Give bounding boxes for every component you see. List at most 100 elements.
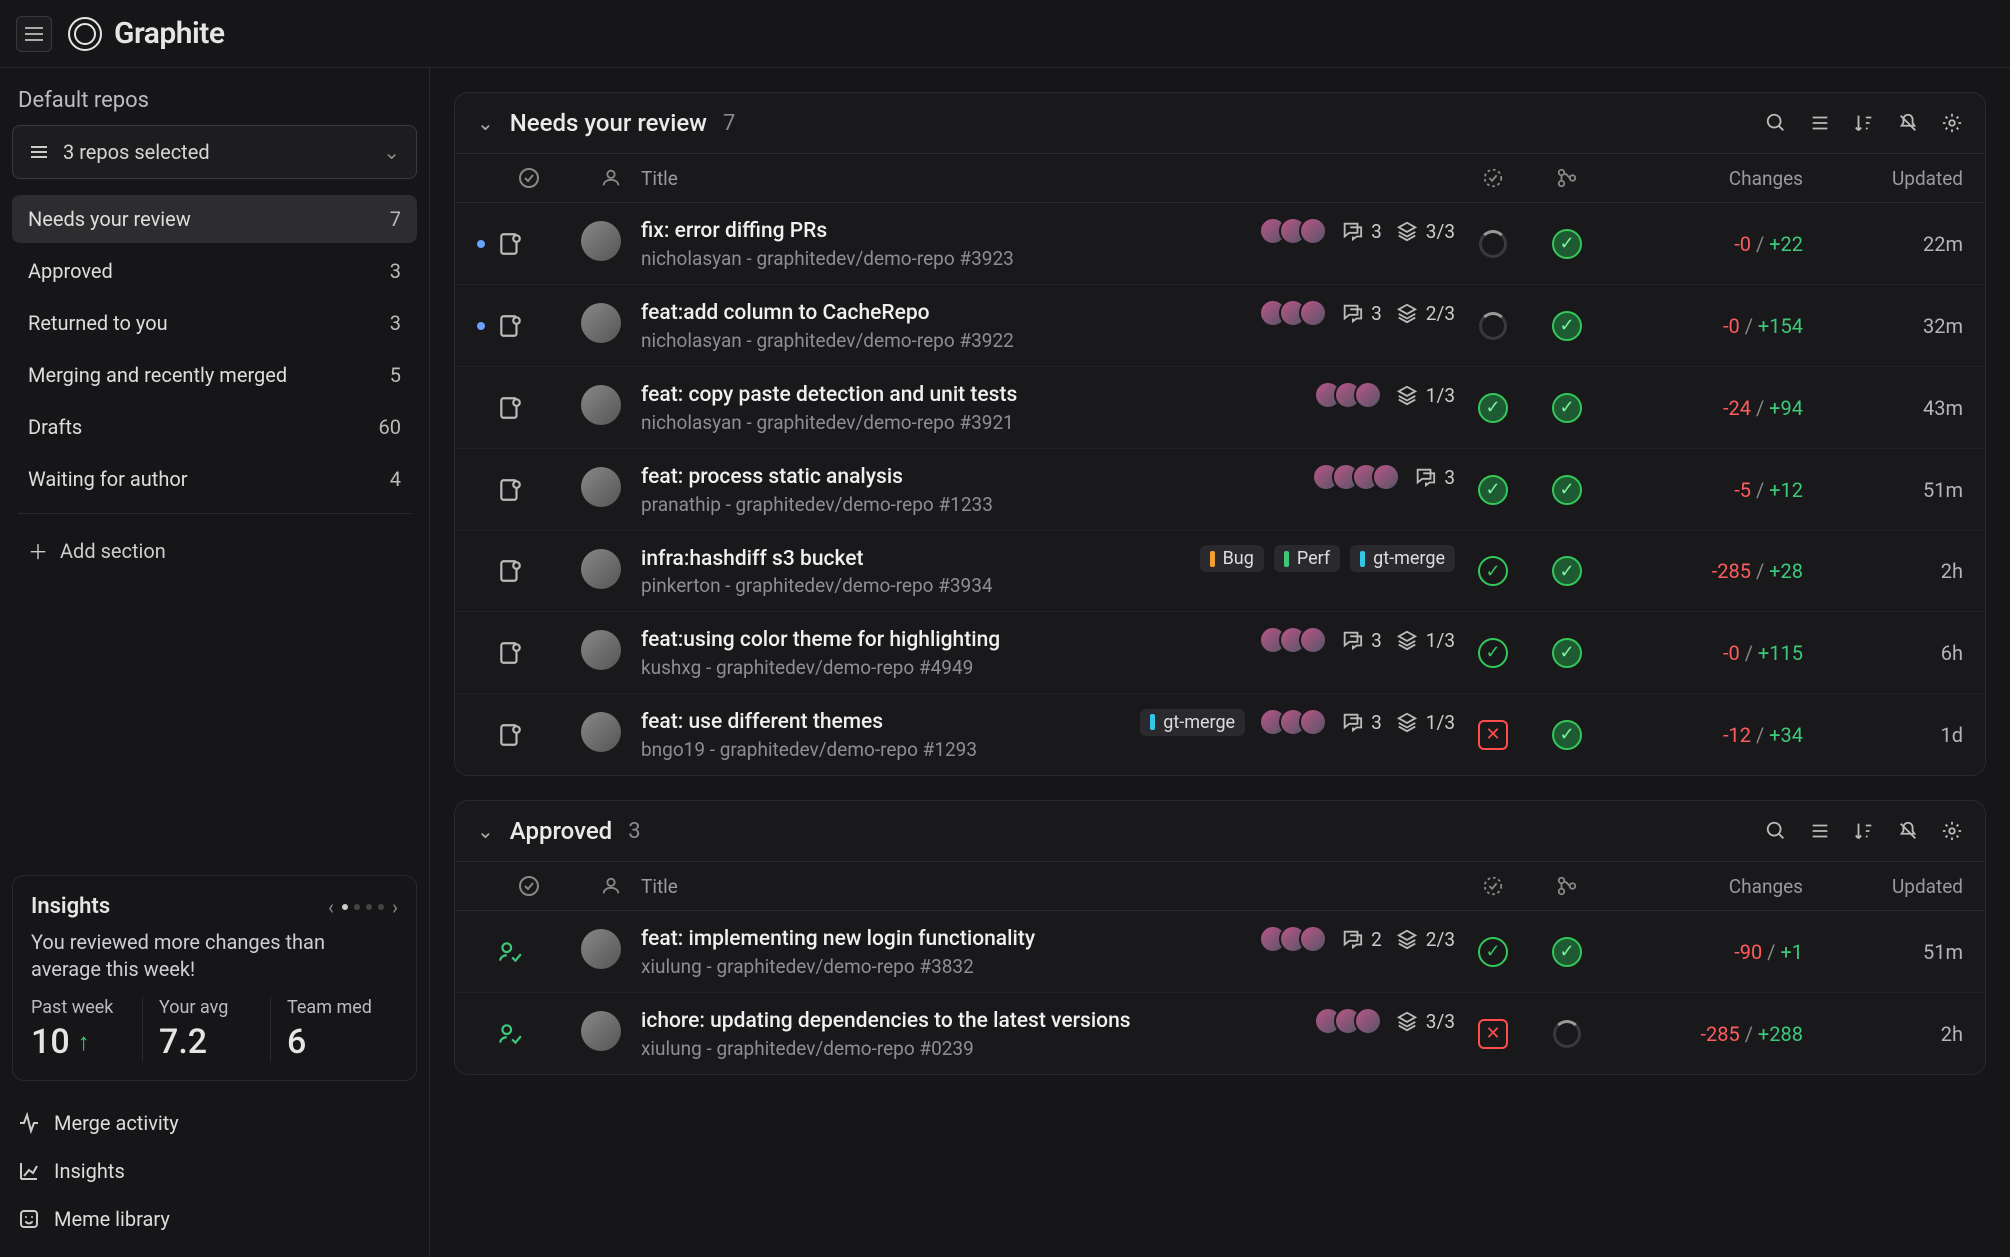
insights-next[interactable]: › bbox=[392, 895, 398, 919]
pr-meta: xiulung - graphitedev/demo-repo #0239 bbox=[641, 1037, 1455, 1060]
table-row[interactable]: ichore: updating dependencies to the lat… bbox=[455, 993, 1985, 1074]
menu-toggle[interactable] bbox=[16, 16, 52, 52]
table-row[interactable]: feat: process static analysis 3 pranathi… bbox=[455, 449, 1985, 531]
sidebar-item[interactable]: Needs your review7 bbox=[12, 195, 417, 243]
sidebar-item[interactable]: Approved3 bbox=[12, 247, 417, 295]
stack-position[interactable]: 1/3 bbox=[1396, 384, 1455, 407]
mute-icon[interactable] bbox=[1897, 112, 1919, 134]
sort-icon[interactable] bbox=[1853, 112, 1875, 134]
label[interactable]: gt-merge bbox=[1350, 545, 1455, 572]
table-row[interactable]: feat:add column to CacheRepo 32/3 nichol… bbox=[455, 285, 1985, 367]
spinner-icon bbox=[1553, 1020, 1581, 1048]
collapse-toggle[interactable]: ⌄ bbox=[477, 111, 494, 135]
section-count: 3 bbox=[628, 819, 640, 844]
author-avatar bbox=[581, 467, 621, 507]
logo[interactable]: Graphite bbox=[68, 16, 224, 51]
collapse-toggle[interactable]: ⌄ bbox=[477, 819, 494, 843]
label[interactable]: Bug bbox=[1200, 545, 1264, 572]
sidebar-item[interactable]: Drafts60 bbox=[12, 403, 417, 451]
diff-icon bbox=[497, 477, 523, 503]
changes: -0 / +115 bbox=[1603, 641, 1803, 665]
table-row[interactable]: fix: error diffing PRs 33/3 nicholasyan … bbox=[455, 203, 1985, 285]
comments[interactable]: 3 bbox=[1341, 220, 1382, 243]
check-ok-icon: ✓ bbox=[1552, 638, 1582, 668]
changes: -90 / +1 bbox=[1603, 940, 1803, 964]
label[interactable]: Perf bbox=[1274, 545, 1340, 572]
logo-icon bbox=[68, 17, 102, 51]
updated: 2h bbox=[1803, 559, 1963, 583]
comments[interactable]: 3 bbox=[1341, 302, 1382, 325]
pr-meta: nicholasyan - graphitedev/demo-repo #392… bbox=[641, 411, 1455, 434]
table-row[interactable]: feat: implementing new login functionali… bbox=[455, 911, 1985, 993]
list-icon[interactable] bbox=[1809, 820, 1831, 842]
table-row[interactable]: infra:hashdiff s3 bucket BugPerfgt-merge… bbox=[455, 531, 1985, 612]
changes: -285 / +28 bbox=[1603, 559, 1803, 583]
sidebar-item-label: Approved bbox=[28, 259, 113, 283]
sidebar-item[interactable]: Merging and recently merged5 bbox=[12, 351, 417, 399]
labels: gt-merge bbox=[1140, 709, 1245, 736]
search-icon[interactable] bbox=[1765, 820, 1787, 842]
changes-header: Changes bbox=[1603, 167, 1803, 190]
sort-icon[interactable] bbox=[1853, 820, 1875, 842]
diff-icon bbox=[497, 558, 523, 584]
insights-stat: Team med6 bbox=[270, 997, 398, 1062]
meme-library-link[interactable]: Meme library bbox=[12, 1197, 417, 1241]
check-ok-outline-icon: ✓ bbox=[1478, 937, 1508, 967]
check-ok-icon: ✓ bbox=[1552, 720, 1582, 750]
changes: -5 / +12 bbox=[1603, 478, 1803, 502]
pr-meta: xiulung - graphitedev/demo-repo #3832 bbox=[641, 955, 1455, 978]
spinner-icon bbox=[1479, 230, 1507, 258]
stack-position[interactable]: 3/3 bbox=[1396, 220, 1455, 243]
checks-header-icon bbox=[1482, 167, 1504, 189]
check-ok-icon: ✓ bbox=[1552, 393, 1582, 423]
stack-position[interactable]: 1/3 bbox=[1396, 629, 1455, 652]
stack-position[interactable]: 2/3 bbox=[1396, 928, 1455, 951]
author-avatar bbox=[581, 303, 621, 343]
pr-title: ichore: updating dependencies to the lat… bbox=[641, 1009, 1131, 1033]
reviewer-avatars bbox=[1259, 925, 1327, 953]
sidebar-item[interactable]: Returned to you3 bbox=[12, 299, 417, 347]
list-icon[interactable] bbox=[1809, 112, 1831, 134]
updated-header: Updated bbox=[1803, 875, 1963, 898]
insights-link[interactable]: Insights bbox=[12, 1149, 417, 1193]
table-row[interactable]: feat: copy paste detection and unit test… bbox=[455, 367, 1985, 449]
comments[interactable]: 3 bbox=[1341, 629, 1382, 652]
gear-icon[interactable] bbox=[1941, 112, 1963, 134]
stack-position[interactable]: 1/3 bbox=[1396, 711, 1455, 734]
updated: 1d bbox=[1803, 723, 1963, 747]
sidebar-links: Merge activity Insights Meme library bbox=[12, 1101, 417, 1241]
sidebar-item-label: Drafts bbox=[28, 415, 82, 439]
table-row[interactable]: feat:using color theme for highlighting … bbox=[455, 612, 1985, 694]
sidebar-heading: Default repos bbox=[12, 84, 417, 125]
comments[interactable]: 2 bbox=[1341, 928, 1382, 951]
sidebar-item[interactable]: Waiting for author4 bbox=[12, 455, 417, 503]
checks-header-icon bbox=[1482, 875, 1504, 897]
search-icon[interactable] bbox=[1765, 112, 1787, 134]
diff-icon bbox=[497, 313, 523, 339]
stack-position[interactable]: 3/3 bbox=[1396, 1010, 1455, 1033]
repo-selector[interactable]: 3 repos selected ⌄ bbox=[12, 125, 417, 179]
chevron-down-icon: ⌄ bbox=[383, 140, 400, 164]
mute-icon[interactable] bbox=[1897, 820, 1919, 842]
stack-position[interactable]: 2/3 bbox=[1396, 302, 1455, 325]
pr-title: feat: use different themes bbox=[641, 710, 883, 734]
gear-icon[interactable] bbox=[1941, 820, 1963, 842]
comments[interactable]: 3 bbox=[1341, 711, 1382, 734]
table-row[interactable]: feat: use different themes gt-merge31/3 … bbox=[455, 694, 1985, 775]
section-header: ⌄ Needs your review 7 bbox=[455, 93, 1985, 153]
pr-meta: nicholasyan - graphitedev/demo-repo #392… bbox=[641, 329, 1455, 352]
merge-activity-link[interactable]: Merge activity bbox=[12, 1101, 417, 1145]
topbar: Graphite bbox=[0, 0, 2010, 68]
check-fail-icon: ✕ bbox=[1478, 1019, 1508, 1049]
changes: -0 / +154 bbox=[1603, 314, 1803, 338]
add-section-button[interactable]: ＋ Add section bbox=[12, 524, 417, 577]
updated: 51m bbox=[1803, 478, 1963, 502]
insights-prev[interactable]: ‹ bbox=[328, 895, 334, 919]
pr-meta: bngo19 - graphitedev/demo-repo #1293 bbox=[641, 738, 1455, 761]
chart-icon bbox=[18, 1160, 40, 1182]
label[interactable]: gt-merge bbox=[1140, 709, 1245, 736]
comments[interactable]: 3 bbox=[1414, 466, 1455, 489]
author-avatar bbox=[581, 1011, 621, 1051]
pr-meta: nicholasyan - graphitedev/demo-repo #392… bbox=[641, 247, 1455, 270]
pr-title: feat: copy paste detection and unit test… bbox=[641, 383, 1017, 407]
